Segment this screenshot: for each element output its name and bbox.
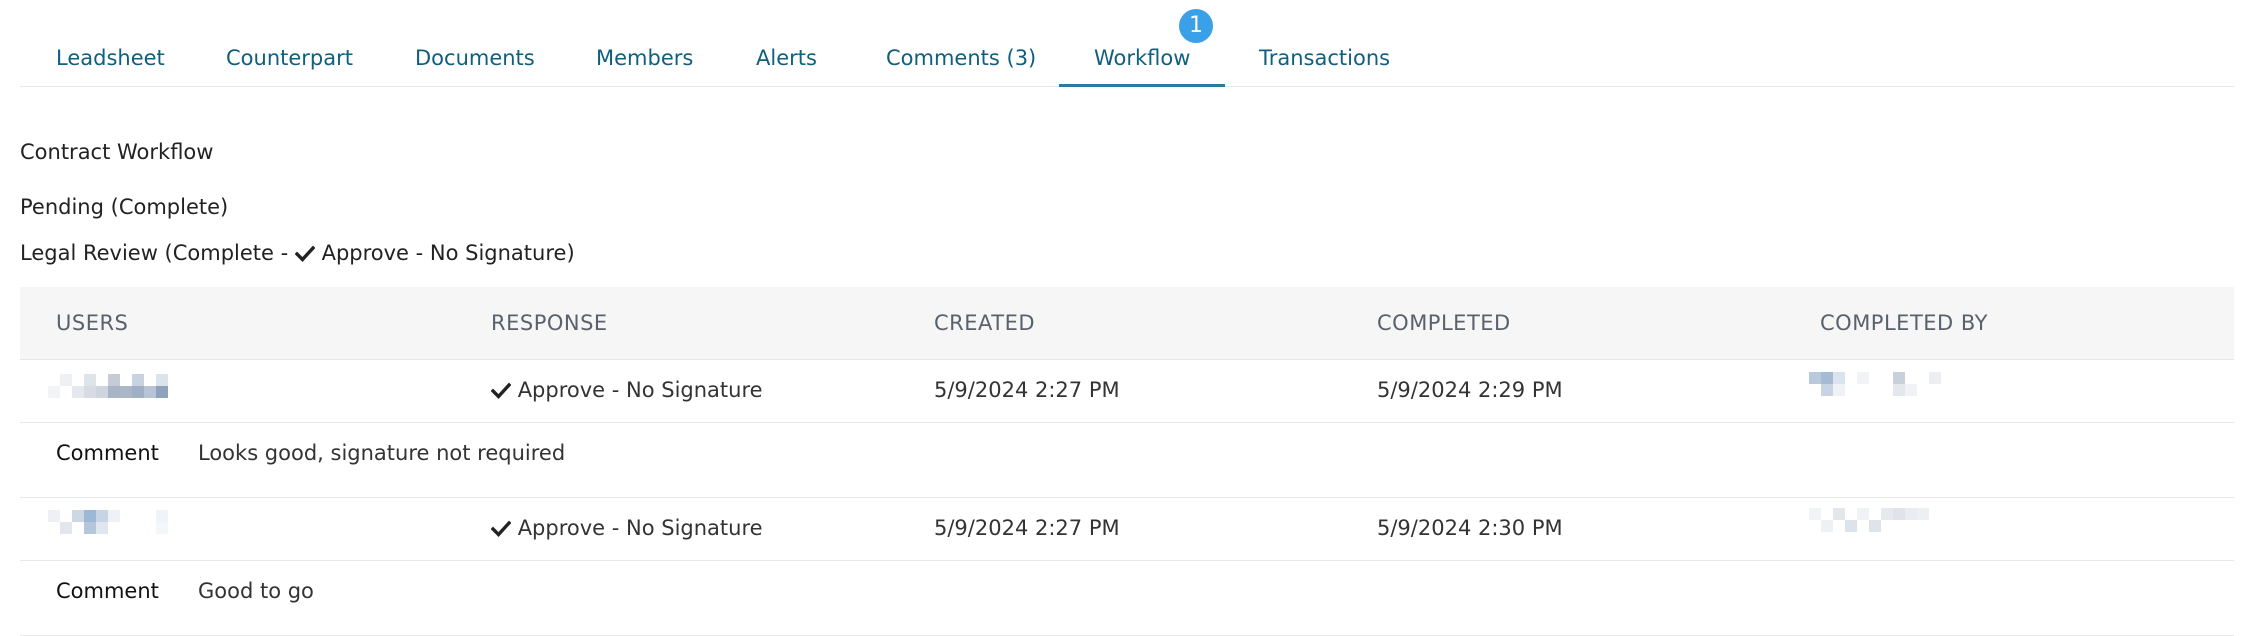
comment-label: Comment — [56, 579, 159, 603]
user-avatar-redacted — [48, 374, 173, 410]
user-avatar-redacted — [48, 510, 173, 546]
response-cell: Approve - No Signature — [491, 378, 763, 402]
completed-by-redacted — [1809, 372, 1954, 408]
section-title: Contract Workflow — [20, 140, 214, 164]
column-header-completed: COMPLETED — [1377, 311, 1511, 335]
created-cell: 5/9/2024 2:27 PM — [934, 516, 1120, 540]
completed-cell: 5/9/2024 2:29 PM — [1377, 378, 1563, 402]
tab-counterpart[interactable]: Counterpart — [226, 46, 353, 70]
response-text: Approve - No Signature — [517, 378, 763, 402]
check-icon — [294, 245, 315, 262]
workflow-notification-badge: 1 — [1179, 9, 1213, 43]
active-tab-indicator — [1059, 84, 1225, 87]
comment-text: Looks good, signature not required — [198, 441, 566, 465]
completed-cell: 5/9/2024 2:30 PM — [1377, 516, 1563, 540]
tab-bar: Leadsheet Counterpart Documents Members … — [20, 0, 2234, 87]
column-header-completed-by: COMPLETED BY — [1820, 311, 1988, 335]
table-header: USERS RESPONSE CREATED COMPLETED COMPLET… — [20, 287, 2234, 360]
completed-by-redacted — [1809, 508, 1954, 544]
check-icon — [491, 520, 511, 537]
table-row: Approve - No Signature 5/9/2024 2:27 PM … — [20, 498, 2234, 561]
column-header-created: CREATED — [934, 311, 1036, 335]
tab-leadsheet[interactable]: Leadsheet — [56, 46, 165, 70]
legal-review-suffix: Approve - No Signature) — [321, 241, 575, 265]
comment-row: Comment Good to go — [20, 561, 2234, 636]
column-header-users: USERS — [56, 311, 129, 335]
workflow-table: USERS RESPONSE CREATED COMPLETED COMPLET… — [20, 287, 2234, 636]
legal-review-prefix: Legal Review (Complete - — [20, 241, 295, 265]
comment-text: Good to go — [198, 579, 314, 603]
comment-label: Comment — [56, 441, 159, 465]
created-cell: 5/9/2024 2:27 PM — [934, 378, 1120, 402]
response-cell: Approve - No Signature — [491, 516, 763, 540]
table-row: Approve - No Signature 5/9/2024 2:27 PM … — [20, 360, 2234, 423]
tab-members[interactable]: Members — [596, 46, 693, 70]
column-header-response: RESPONSE — [491, 311, 608, 335]
check-icon — [491, 382, 511, 399]
tab-workflow[interactable]: Workflow — [1094, 46, 1190, 86]
workflow-step-legal-review: Legal Review (Complete - Approve - No Si… — [20, 241, 575, 265]
tab-transactions[interactable]: Transactions — [1259, 46, 1390, 70]
tab-alerts[interactable]: Alerts — [756, 46, 817, 70]
workflow-step-pending: Pending (Complete) — [20, 195, 229, 219]
tab-documents[interactable]: Documents — [415, 46, 535, 70]
tab-comments[interactable]: Comments (3) — [886, 46, 1036, 70]
comment-row: Comment Looks good, signature not requir… — [20, 423, 2234, 498]
workflow-page: Leadsheet Counterpart Documents Members … — [20, 0, 2234, 636]
response-text: Approve - No Signature — [517, 516, 763, 540]
